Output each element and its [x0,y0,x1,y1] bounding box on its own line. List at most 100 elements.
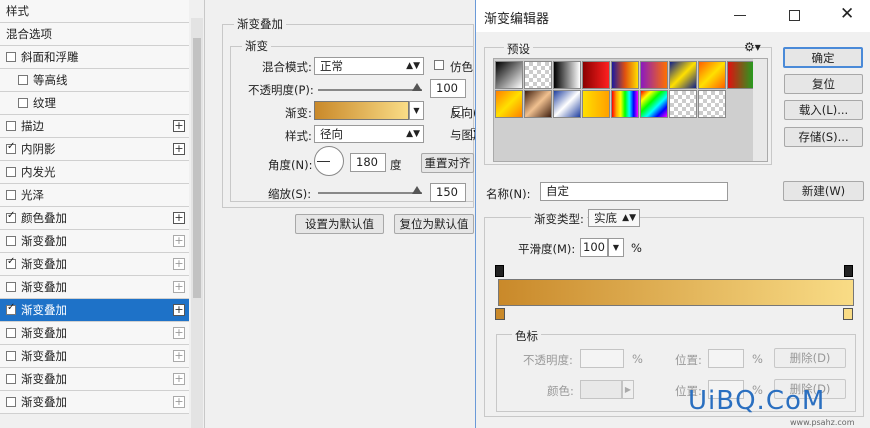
style-item[interactable]: 渐变叠加 + [0,322,189,345]
preset-swatch[interactable] [553,61,581,89]
style-checkbox[interactable] [6,121,16,131]
reset-button[interactable]: 复位 [784,74,863,94]
add-effect-icon[interactable]: + [173,327,185,339]
style-checkbox[interactable] [6,236,16,246]
add-effect-icon[interactable]: + [173,373,185,385]
presets-scrollbar[interactable] [753,59,767,161]
style-checkbox[interactable] [18,75,28,85]
style-item[interactable]: 光泽 [0,184,189,207]
preset-swatch[interactable] [553,90,581,118]
style-item[interactable]: 渐变叠加 + [0,253,189,276]
delete-opacity-button[interactable]: 删除(D) [774,348,846,368]
angle-dial[interactable] [314,146,344,176]
style-item[interactable]: 描边 + [0,115,189,138]
opacity-input[interactable]: 100 [430,79,466,98]
name-input[interactable]: 自定 [540,182,728,201]
style-checkbox[interactable] [6,282,16,292]
reset-default-button[interactable]: 复位为默认值 [394,214,474,234]
opacity-slider-thumb[interactable] [412,83,422,91]
preset-swatch[interactable] [727,61,755,89]
gradient-preview[interactable] [314,101,409,120]
style-item[interactable]: 等高线 [0,69,189,92]
style-checkbox[interactable] [6,302,16,315]
preset-swatch[interactable] [640,90,668,118]
preset-swatch[interactable] [698,90,726,118]
stop-color-arrow-icon[interactable]: ▶ [622,380,634,399]
style-item[interactable]: 内阴影 + [0,138,189,161]
style-checkbox[interactable] [6,190,16,200]
add-effect-icon[interactable]: + [173,258,185,270]
add-effect-icon[interactable]: + [173,396,185,408]
style-item[interactable]: 渐变叠加 + [0,368,189,391]
style-checkbox[interactable] [6,167,16,177]
style-checkbox[interactable] [6,141,16,154]
preset-swatch[interactable] [611,90,639,118]
preset-swatch[interactable] [669,61,697,89]
style-checkbox[interactable] [6,374,16,384]
smooth-dropdown[interactable]: ▼ [608,238,624,257]
add-effect-icon[interactable]: + [173,281,185,293]
preset-swatch[interactable] [582,90,610,118]
style-item[interactable]: 颜色叠加 + [0,207,189,230]
ok-button[interactable]: 确定 [783,47,863,68]
style-item[interactable]: 渐变叠加 + [0,276,189,299]
reset-align-button[interactable]: 重置对齐 [421,153,474,173]
style-item[interactable]: 渐变叠加 + [0,345,189,368]
gradient-bar[interactable] [498,279,854,306]
opacity-stop-right[interactable] [844,265,853,277]
preset-swatch[interactable] [611,61,639,89]
style-item[interactable]: 渐变叠加 + [0,391,189,414]
scale-input[interactable]: 150 [430,183,466,202]
style-item[interactable]: 混合选项 [0,23,189,46]
add-effect-icon[interactable]: + [173,143,185,155]
style-item[interactable]: 样式 [0,0,189,23]
opacity-location-input[interactable] [708,349,744,368]
dither-checkbox[interactable] [434,60,444,70]
load-button[interactable]: 载入(L)... [784,100,863,120]
preset-swatch[interactable] [640,61,668,89]
opacity-slider-track[interactable] [318,89,422,91]
preset-swatch[interactable] [495,90,523,118]
presets-gear-icon[interactable]: ⚙▾ [744,40,761,54]
scale-slider-thumb[interactable] [412,186,422,194]
style-checkbox[interactable] [6,210,16,223]
style-checkbox[interactable] [6,52,16,62]
close-icon[interactable]: ✕ [840,3,854,25]
scale-slider-track[interactable] [318,192,422,194]
style-item[interactable]: 渐变叠加 + [0,230,189,253]
maximize-icon[interactable] [789,10,800,21]
style-item[interactable]: 内发光 [0,161,189,184]
styles-scroll-thumb[interactable] [193,38,201,298]
blend-mode-select[interactable]: 正常 ▲▼ [314,57,424,75]
color-stop-right[interactable] [843,308,853,320]
add-effect-icon[interactable]: + [173,304,185,316]
preset-swatch[interactable] [698,61,726,89]
new-button[interactable]: 新建(W) [783,181,864,201]
add-effect-icon[interactable]: + [173,212,185,224]
gradient-dropdown[interactable]: ▼ [409,101,424,120]
style-checkbox[interactable] [6,328,16,338]
style-checkbox[interactable] [6,256,16,269]
preset-swatch[interactable] [582,61,610,89]
add-effect-icon[interactable]: + [173,235,185,247]
style-checkbox[interactable] [6,351,16,361]
set-default-button[interactable]: 设置为默认值 [295,214,384,234]
opacity-stop-left[interactable] [495,265,504,277]
smooth-input[interactable]: 100 [580,238,608,257]
color-stop-left[interactable] [495,308,505,320]
type-select[interactable]: 实底 ▲▼ [588,209,640,227]
stop-opacity-input[interactable] [580,349,624,368]
style-checkbox[interactable] [18,98,28,108]
preset-swatch[interactable] [669,90,697,118]
save-button[interactable]: 存储(S)... [784,127,863,147]
style-checkbox[interactable] [6,397,16,407]
style-select[interactable]: 径向 ▲▼ [314,125,424,143]
minimize-icon[interactable] [734,15,746,16]
stop-color-swatch[interactable] [580,380,622,399]
preset-swatch[interactable] [495,61,523,89]
add-effect-icon[interactable]: + [173,350,185,362]
add-effect-icon[interactable]: + [173,120,185,132]
preset-swatch[interactable] [524,61,552,89]
preset-swatch[interactable] [524,90,552,118]
angle-input[interactable]: 180 [350,153,386,172]
